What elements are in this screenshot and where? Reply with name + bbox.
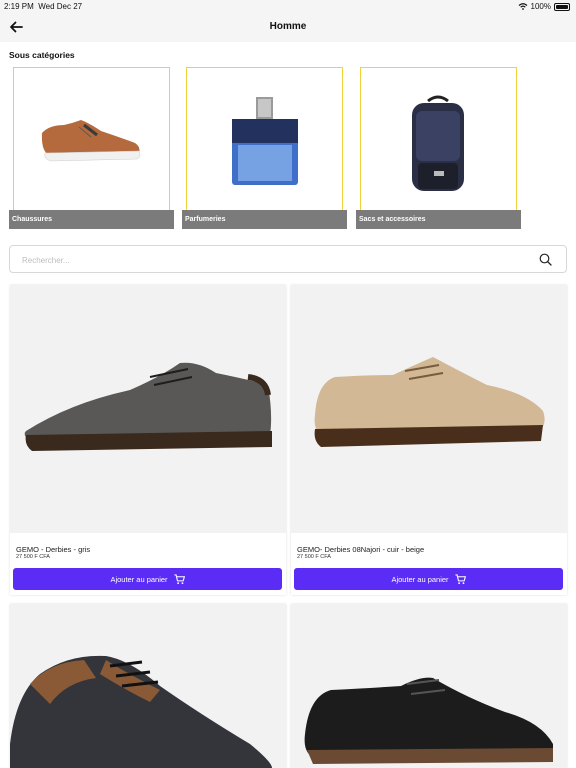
product-name: GEMO - Derbies - gris <box>16 545 91 554</box>
product-price: 27 500 F CFA <box>16 554 50 560</box>
category-card-perfumes[interactable]: Parfumeries <box>182 65 347 229</box>
status-time: 2:19 PM <box>4 2 34 11</box>
battery-percent: 100% <box>530 2 551 11</box>
category-card-shoes[interactable]: Chaussures <box>9 65 174 229</box>
product-card[interactable] <box>10 604 286 768</box>
wifi-icon <box>518 3 527 10</box>
product-image <box>10 285 286 533</box>
add-to-cart-label: Ajouter au panier <box>391 574 449 584</box>
cart-icon <box>455 573 466 584</box>
add-to-cart-button[interactable]: Ajouter au panier <box>294 568 563 590</box>
category-card-bags[interactable]: Sacs et accessoires <box>356 65 521 229</box>
app-header: Homme <box>0 12 576 42</box>
search-input[interactable] <box>20 251 524 269</box>
product-name: GEMO- Derbies 08Najori - cuir - beige <box>297 545 425 554</box>
product-image <box>291 285 567 533</box>
add-to-cart-label: Ajouter au panier <box>110 574 168 584</box>
search-box <box>9 245 567 273</box>
status-time-date: 2:19 PM Wed Dec 27 <box>4 2 82 11</box>
product-image <box>291 604 567 768</box>
product-card[interactable] <box>291 604 567 768</box>
product-card[interactable]: GEMO - Derbies - gris 27 500 F CFA Ajout… <box>10 285 286 595</box>
page-title: Homme <box>269 21 307 32</box>
search-icon[interactable] <box>539 253 552 266</box>
product-card[interactable]: GEMO- Derbies 08Najori - cuir - beige 27… <box>291 285 567 595</box>
category-label: Sacs et accessoires <box>356 210 521 229</box>
status-bar: 2:19 PM Wed Dec 27 100% <box>0 0 576 12</box>
battery-icon <box>554 2 570 11</box>
status-date: Wed Dec 27 <box>38 2 83 11</box>
category-highlight-frame <box>186 67 343 212</box>
category-label: Parfumeries <box>182 210 347 229</box>
status-indicators: 100% <box>518 2 570 11</box>
product-image <box>10 604 286 768</box>
cart-icon <box>174 573 185 584</box>
subcategories-title: Sous catégories <box>9 50 75 60</box>
category-highlight-frame <box>360 67 517 212</box>
product-price: 27 500 F CFA <box>297 554 331 560</box>
category-label: Chaussures <box>9 210 174 229</box>
category-highlight-frame <box>13 67 170 212</box>
add-to-cart-button[interactable]: Ajouter au panier <box>13 568 282 590</box>
